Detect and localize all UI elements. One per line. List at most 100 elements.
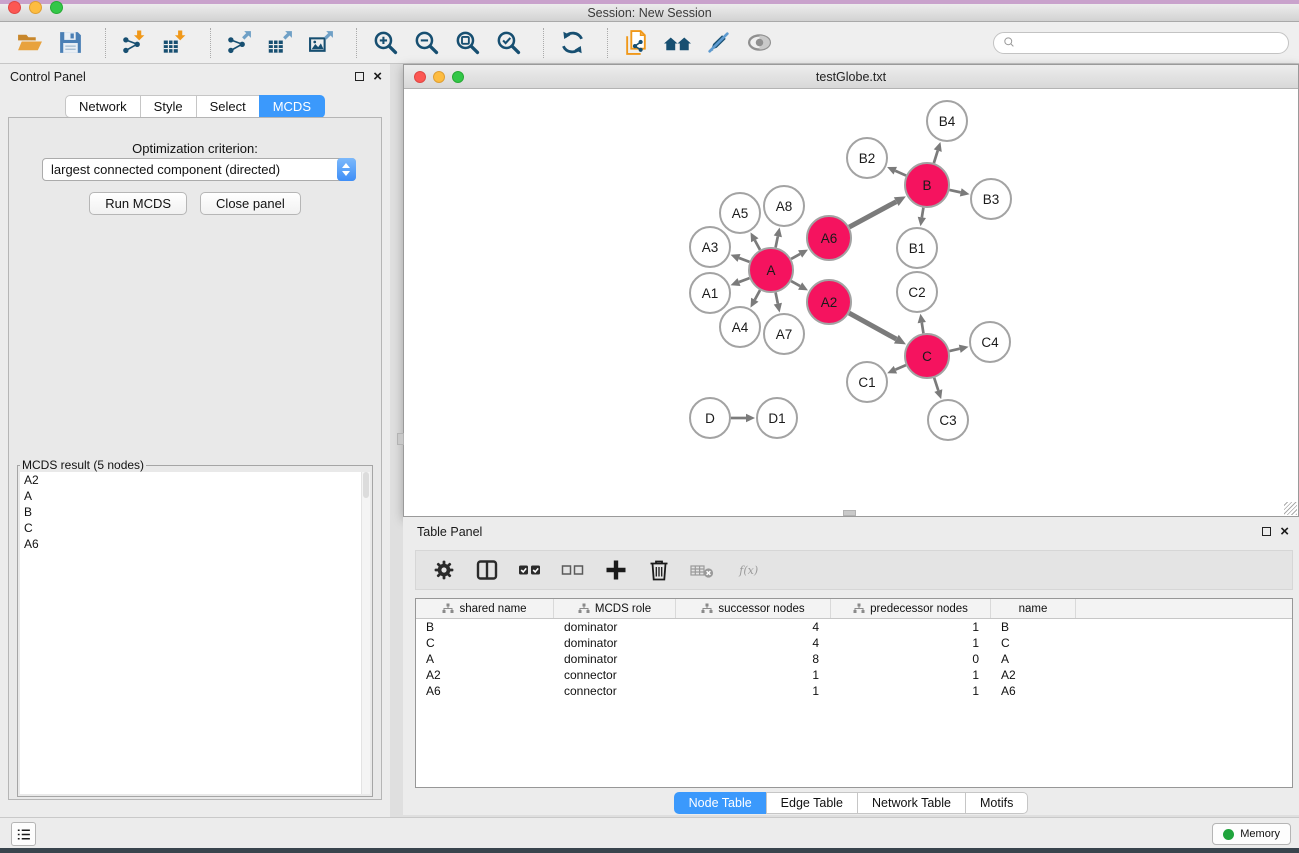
search-field[interactable]: [993, 32, 1289, 54]
table-row[interactable]: Adominator80A: [416, 651, 1292, 667]
toolbar-separator: [210, 28, 211, 58]
result-item[interactable]: A6: [20, 536, 370, 552]
network-canvas[interactable]: B4 B2 B B3 A5 A8A6 B1 A3 A C2 A1 A2 A4 A7 C C4 C1 C3 D D1: [404, 89, 1298, 516]
column-header-successor-nodes[interactable]: successor nodes: [676, 599, 831, 618]
graph-edge-A-A6: [791, 254, 800, 259]
graph-node-A8[interactable]: A8: [764, 186, 804, 226]
search-input[interactable]: [1021, 36, 1280, 50]
control-panel: Control Panel × NetworkStyleSelectMCDS O…: [0, 64, 390, 817]
graph-node-A3[interactable]: A3: [690, 227, 730, 267]
criterion-dropdown[interactable]: largest connected component (directed): [42, 158, 356, 181]
tab-motifs[interactable]: Motifs: [965, 792, 1028, 814]
column-header-predecessor-nodes[interactable]: predecessor nodes: [831, 599, 991, 618]
plus-icon[interactable]: [602, 556, 630, 584]
graph-node-A1[interactable]: A1: [690, 273, 730, 313]
resize-grip[interactable]: [1284, 502, 1297, 515]
node-label: A5: [732, 206, 749, 221]
graph-node-B2[interactable]: B2: [847, 138, 887, 178]
desktop-horizontal-scrollthumb[interactable]: [843, 510, 856, 516]
check-all-icon[interactable]: [516, 556, 544, 584]
delete-table-icon[interactable]: [688, 556, 716, 584]
graph-node-C1[interactable]: C1: [847, 362, 887, 402]
close-panel-icon[interactable]: ×: [373, 71, 382, 82]
zoom-selected-icon[interactable]: [491, 26, 525, 60]
desktop-vertical-scrollthumb[interactable]: [397, 433, 404, 445]
table-row[interactable]: Bdominator41B: [416, 619, 1292, 635]
import-table-icon[interactable]: [158, 26, 192, 60]
result-scrollbar[interactable]: [361, 472, 370, 794]
graph-node-B[interactable]: B: [905, 163, 949, 207]
graph-node-A4[interactable]: A4: [720, 307, 760, 347]
zoom-in-icon[interactable]: [368, 26, 402, 60]
float-table-panel-icon[interactable]: [1262, 527, 1271, 536]
toolbar-separator: [607, 28, 608, 58]
table-cell: B: [416, 619, 554, 635]
run-mcds-button[interactable]: Run MCDS: [89, 192, 187, 215]
tab-edge-table[interactable]: Edge Table: [766, 792, 858, 814]
tab-network[interactable]: Network: [65, 95, 141, 118]
table-row[interactable]: A6connector11A6: [416, 683, 1292, 699]
node-label: C2: [908, 285, 925, 300]
graph-node-C3[interactable]: C3: [928, 400, 968, 440]
column-header-name[interactable]: name: [991, 599, 1076, 618]
graph-node-A6[interactable]: A6: [807, 216, 851, 260]
table-row[interactable]: Cdominator41C: [416, 635, 1292, 651]
tab-style[interactable]: Style: [140, 95, 197, 118]
close-panel-button[interactable]: Close panel: [200, 192, 301, 215]
result-item[interactable]: A2: [20, 472, 370, 488]
graph-node-C[interactable]: C: [905, 334, 949, 378]
tab-select[interactable]: Select: [196, 95, 260, 118]
tab-network-table[interactable]: Network Table: [857, 792, 966, 814]
graph-node-B1[interactable]: B1: [897, 228, 937, 268]
zoom-fit-icon[interactable]: [450, 26, 484, 60]
node-label: B3: [983, 192, 1000, 207]
table-row[interactable]: A2connector11A2: [416, 667, 1292, 683]
home-icon[interactable]: [660, 26, 694, 60]
node-label: C1: [858, 375, 875, 390]
trash-icon[interactable]: [645, 556, 673, 584]
refresh-icon[interactable]: [555, 26, 589, 60]
network-window-titlebar[interactable]: testGlobe.txt: [404, 65, 1298, 89]
edge-arrowhead: [731, 278, 741, 286]
close-table-panel-icon[interactable]: ×: [1280, 526, 1289, 537]
window-titlebar[interactable]: Session: New Session: [0, 4, 1299, 22]
graph-node-C2[interactable]: C2: [897, 272, 937, 312]
clone-network-icon[interactable]: [619, 26, 653, 60]
graph-node-B3[interactable]: B3: [971, 179, 1011, 219]
eye-icon[interactable]: [742, 26, 776, 60]
graph-node-D[interactable]: D: [690, 398, 730, 438]
export-table-icon[interactable]: [263, 26, 297, 60]
graph-node-D1[interactable]: D1: [757, 398, 797, 438]
float-panel-icon[interactable]: [355, 72, 364, 81]
gear-icon[interactable]: [430, 556, 458, 584]
table-cell: 1: [831, 635, 991, 651]
uncheck-all-icon[interactable]: [559, 556, 587, 584]
task-history-button[interactable]: [11, 822, 36, 846]
tab-mcds[interactable]: MCDS: [259, 95, 325, 118]
import-network-icon[interactable]: [117, 26, 151, 60]
memory-button[interactable]: Memory: [1212, 823, 1291, 845]
tab-node-table[interactable]: Node Table: [674, 792, 767, 814]
result-item[interactable]: B: [20, 504, 370, 520]
column-header-mcds-role[interactable]: MCDS role: [554, 599, 676, 618]
result-item[interactable]: C: [20, 520, 370, 536]
export-network-icon[interactable]: [222, 26, 256, 60]
graph-node-A[interactable]: A: [749, 248, 793, 292]
node-label: A7: [776, 327, 793, 342]
graph-node-C4[interactable]: C4: [970, 322, 1010, 362]
graph-node-B4[interactable]: B4: [927, 101, 967, 141]
zoom-out-icon[interactable]: [409, 26, 443, 60]
graph-node-A2[interactable]: A2: [807, 280, 851, 324]
table-cell: 4: [676, 635, 831, 651]
result-item[interactable]: A: [20, 488, 370, 504]
save-icon[interactable]: [53, 26, 87, 60]
graph-node-A7[interactable]: A7: [764, 314, 804, 354]
graph-node-A5[interactable]: A5: [720, 193, 760, 233]
column-header-shared-name[interactable]: shared name: [416, 599, 554, 618]
mcds-result-list[interactable]: A2ABCA6: [20, 472, 370, 794]
open-icon[interactable]: [12, 26, 46, 60]
columns-icon[interactable]: [473, 556, 501, 584]
fx-icon[interactable]: f(x): [731, 556, 771, 584]
export-image-icon[interactable]: [304, 26, 338, 60]
hide-graphics-icon[interactable]: [701, 26, 735, 60]
